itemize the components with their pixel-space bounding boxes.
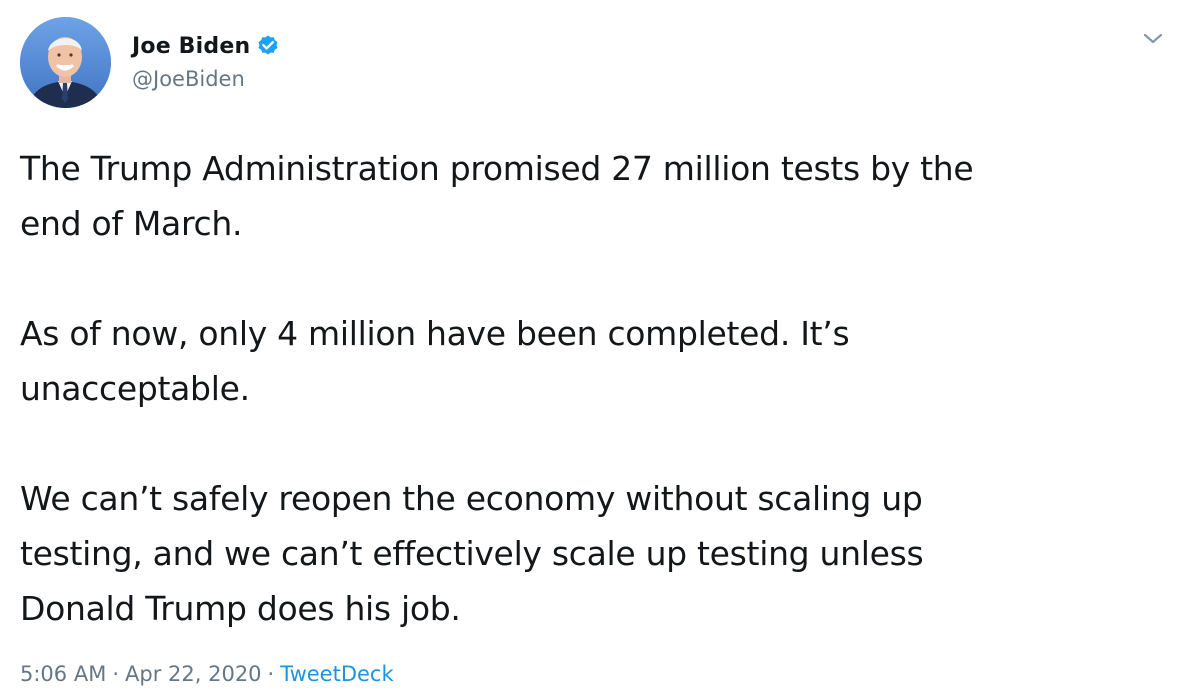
tweet-text-paragraph: As of now, only 4 million have been comp… — [20, 314, 850, 408]
avatar-image — [20, 17, 111, 108]
tweet-metadata: 5:06 AM · Apr 22, 2020 · TweetDeck — [20, 662, 394, 686]
tweet-card: Joe Biden @JoeBiden The Trump Administra… — [0, 0, 1200, 693]
avatar[interactable] — [20, 17, 111, 108]
author-name-row: Joe Biden — [132, 30, 280, 62]
tweet-source[interactable]: TweetDeck — [280, 662, 393, 686]
separator: · — [267, 662, 275, 686]
tweet-text-paragraph: We can’t safely reopen the economy witho… — [20, 479, 924, 628]
verified-badge-icon — [256, 34, 280, 58]
author-handle[interactable]: @JoeBiden — [132, 67, 245, 91]
tweet-time[interactable]: 5:06 AM — [20, 662, 106, 686]
separator: · — [112, 662, 120, 686]
display-name[interactable]: Joe Biden — [132, 34, 250, 59]
chevron-down-icon[interactable] — [1139, 27, 1167, 51]
tweet-text-paragraph: The Trump Administration promised 27 mil… — [20, 149, 974, 243]
tweet-date[interactable]: Apr 22, 2020 — [125, 662, 262, 686]
